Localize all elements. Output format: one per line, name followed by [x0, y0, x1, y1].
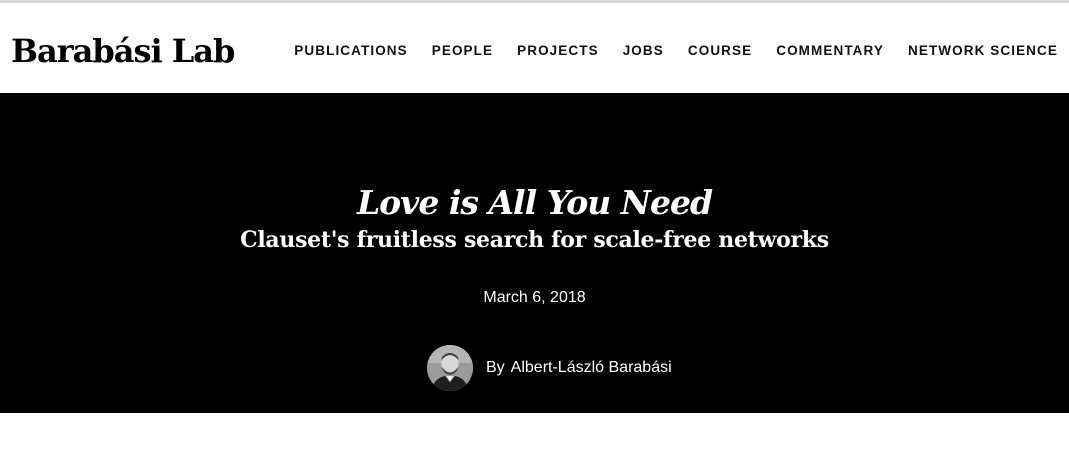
- main-nav: PUBLICATIONS PEOPLE PROJECTS JOBS COURSE…: [294, 41, 1058, 61]
- article-title: Love is All You Need: [356, 183, 713, 222]
- article-date: March 6, 2018: [483, 289, 586, 306]
- author-byline: By Albert-László Barabási: [427, 345, 672, 391]
- article-subtitle: Clauset's fruitless search for scale-fre…: [240, 227, 829, 253]
- nav-item-course[interactable]: COURSE: [688, 41, 752, 61]
- nav-item-jobs[interactable]: JOBS: [623, 41, 664, 61]
- article-hero: Love is All You Need Clauset's fruitless…: [0, 93, 1069, 413]
- site-logo[interactable]: Barabási Lab: [11, 31, 235, 71]
- author-portrait-icon: [427, 345, 473, 391]
- author-avatar[interactable]: [427, 345, 473, 391]
- nav-item-projects[interactable]: PROJECTS: [517, 41, 599, 61]
- nav-item-publications[interactable]: PUBLICATIONS: [294, 41, 407, 61]
- author-name-link[interactable]: Albert-László Barabási: [511, 359, 672, 376]
- nav-item-commentary[interactable]: COMMENTARY: [776, 41, 884, 61]
- nav-item-people[interactable]: PEOPLE: [432, 41, 493, 61]
- by-label: By: [486, 359, 505, 376]
- author-line: By Albert-László Barabási: [486, 359, 672, 377]
- site-header: Barabási Lab PUBLICATIONS PEOPLE PROJECT…: [0, 3, 1069, 93]
- nav-item-network-science[interactable]: NETWORK SCIENCE: [908, 41, 1058, 61]
